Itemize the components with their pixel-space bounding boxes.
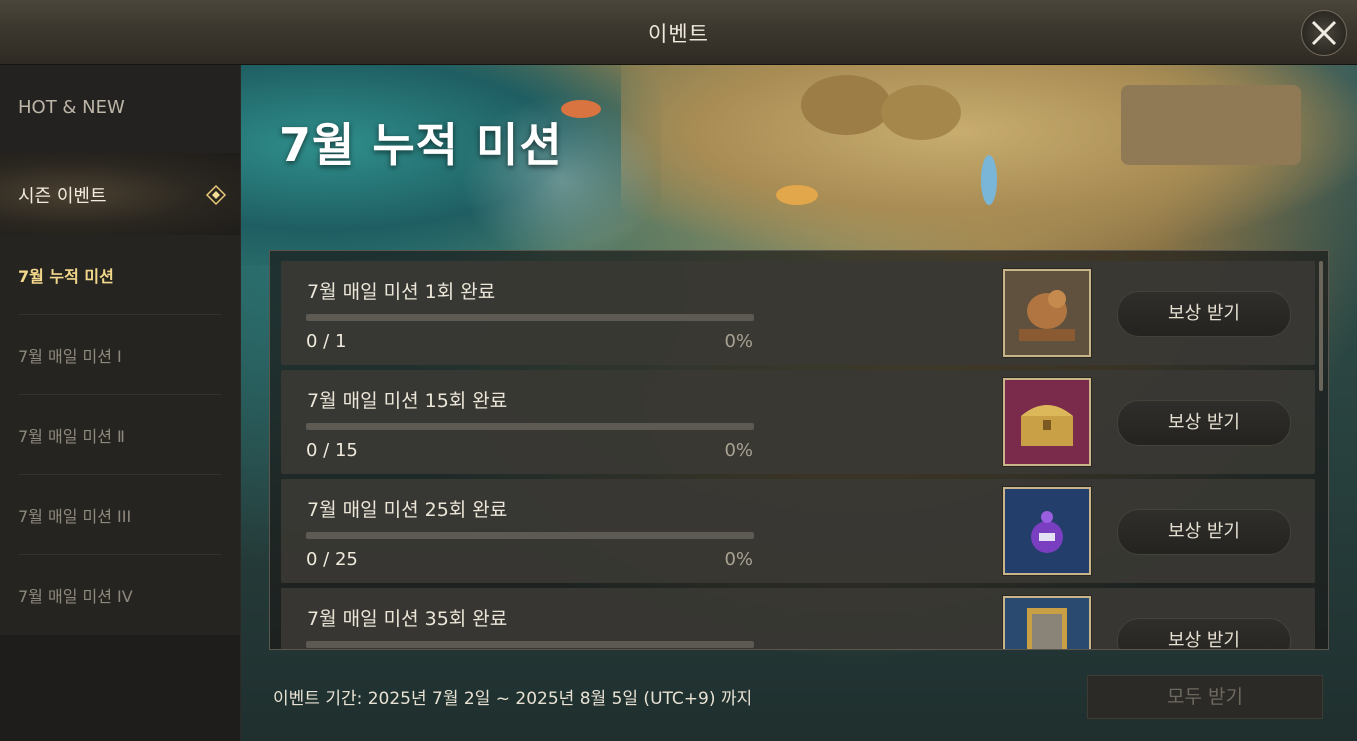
umbrella-decoration (801, 75, 891, 135)
purple-pet-icon (1005, 489, 1089, 573)
dragon-statue-icon (1005, 271, 1089, 355)
mission-row: 7월 매일 미션 1회 완료 0 / 1 0% 보상 받기 (281, 261, 1315, 365)
claim-all-button[interactable]: 모두 받기 (1087, 675, 1323, 719)
sidebar-sub-list: 7월 누적 미션 7월 매일 미션 Ⅰ 7월 매일 미션 Ⅱ 7월 매일 미션 … (0, 235, 240, 635)
reward-slot[interactable] (1003, 487, 1091, 575)
progress-percent: 0% (724, 549, 753, 570)
sidebar-item-daily-1[interactable]: 7월 매일 미션 Ⅰ (0, 315, 240, 395)
close-button[interactable] (1301, 10, 1347, 56)
hut-decoration (1121, 85, 1301, 165)
sidebar-item-daily-2[interactable]: 7월 매일 미션 Ⅱ (0, 395, 240, 475)
sidebar-item-daily-4[interactable]: 7월 매일 미션 IV (0, 555, 240, 635)
progress-percent: 0% (724, 331, 753, 352)
mission-row: 7월 매일 미션 25회 완료 0 / 25 0% 보상 받기 (281, 479, 1315, 583)
reward-slot[interactable] (1003, 378, 1091, 466)
sidebar-item-cumulative[interactable]: 7월 누적 미션 (0, 235, 240, 315)
reward-slot[interactable] (1003, 596, 1091, 649)
sidebar-hot-new-label: HOT & NEW (18, 97, 125, 118)
mission-row: 7월 매일 미션 15회 완료 0 / 15 0% 보상 받기 (281, 370, 1315, 474)
sidebar-season-label: 시즌 이벤트 (18, 186, 107, 207)
progress-bar (306, 641, 754, 648)
claim-reward-button[interactable]: 보상 받기 (1117, 618, 1291, 649)
progress-bar (306, 532, 754, 539)
close-icon (1311, 20, 1337, 46)
sidebar: HOT & NEW 시즌 이벤트 7월 누적 미션 7월 매일 미션 Ⅰ 7월 … (0, 65, 241, 741)
golden-chest-icon (1005, 380, 1089, 464)
sidebar-item-label: 7월 매일 미션 Ⅰ (18, 347, 122, 366)
surfboard-decoration (981, 155, 997, 205)
mission-label: 7월 매일 미션 15회 완료 (307, 390, 508, 412)
card-pack-icon (1005, 598, 1089, 649)
mission-label: 7월 매일 미션 35회 완료 (307, 608, 508, 630)
progress-percent: 0% (724, 440, 753, 461)
surfboard-decoration (776, 185, 818, 205)
claim-reward-button[interactable]: 보상 받기 (1117, 400, 1291, 446)
umbrella-decoration (881, 85, 961, 140)
banner-title: 7월 누적 미션 (279, 118, 563, 172)
claim-reward-button[interactable]: 보상 받기 (1117, 291, 1291, 337)
scrollbar[interactable] (1319, 261, 1323, 391)
mission-row: 7월 매일 미션 35회 완료 보상 받기 (281, 588, 1315, 649)
title-bar: 이벤트 (0, 0, 1357, 65)
mission-label: 7월 매일 미션 25회 완료 (307, 499, 508, 521)
sidebar-item-daily-3[interactable]: 7월 매일 미션 III (0, 475, 240, 555)
progress-bar (306, 423, 754, 430)
event-main: 7월 누적 미션 7월 매일 미션 1회 완료 0 / 1 0% 보상 받기 7… (241, 65, 1357, 741)
mission-list: 7월 매일 미션 1회 완료 0 / 1 0% 보상 받기 7월 매일 미션 1… (269, 250, 1329, 650)
window-title: 이벤트 (648, 22, 709, 46)
surfboard-decoration (561, 100, 601, 118)
sidebar-hot-new[interactable]: HOT & NEW (0, 65, 240, 154)
progress-count: 0 / 25 (306, 549, 358, 570)
progress-bar (306, 314, 754, 321)
expand-diamond-icon (205, 184, 227, 206)
event-period: 이벤트 기간: 2025년 7월 2일 ~ 2025년 8월 5일 (UTC+9… (273, 689, 753, 709)
sidebar-season-event[interactable]: 시즌 이벤트 (0, 153, 240, 236)
sidebar-item-label: 7월 누적 미션 (18, 267, 114, 286)
reward-slot[interactable] (1003, 269, 1091, 357)
sidebar-item-label: 7월 매일 미션 III (18, 507, 132, 526)
claim-reward-button[interactable]: 보상 받기 (1117, 509, 1291, 555)
mission-label: 7월 매일 미션 1회 완료 (307, 281, 496, 303)
sidebar-item-label: 7월 매일 미션 Ⅱ (18, 427, 125, 446)
sidebar-item-label: 7월 매일 미션 IV (18, 587, 133, 606)
progress-count: 0 / 1 (306, 331, 347, 352)
progress-count: 0 / 15 (306, 440, 358, 461)
